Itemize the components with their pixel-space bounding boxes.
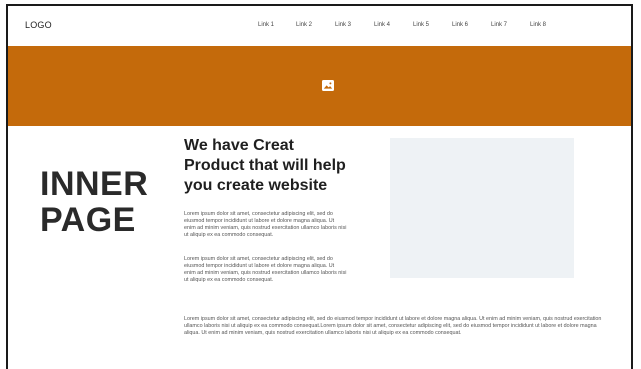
logo[interactable]: LOGO [25,20,52,30]
headline: We have Creat Product that will help you… [184,137,346,194]
nav-link-3[interactable]: Link 3 [335,22,351,28]
nav-link-2[interactable]: Link 2 [296,22,312,28]
hero-banner [8,46,631,126]
page-frame: LOGO Link 1 Link 2 Link 3 Link 4 Link 5 … [6,4,633,369]
image-placeholder [390,138,574,278]
inner-title-line-1: INNER [40,165,149,203]
nav-link-7[interactable]: Link 7 [491,22,507,28]
inner-title-line-2: PAGE [40,201,136,239]
site-header: LOGO Link 1 Link 2 Link 3 Link 4 Link 5 … [8,6,631,46]
body-paragraph-wide: Lorem ipsum dolor sit amet, consectetur … [184,316,602,337]
nav-link-8[interactable]: Link 8 [530,22,546,28]
nav-link-4[interactable]: Link 4 [374,22,390,28]
body-paragraph-2: Lorem ipsum dolor sit amet, consectetur … [184,256,347,284]
inner-page-title: INNER PAGE [40,166,148,238]
body-paragraph-1: Lorem ipsum dolor sit amet, consectetur … [184,211,347,239]
image-icon [322,80,334,91]
nav-link-5[interactable]: Link 5 [413,22,429,28]
nav-link-1[interactable]: Link 1 [258,22,274,28]
nav-link-6[interactable]: Link 6 [452,22,468,28]
